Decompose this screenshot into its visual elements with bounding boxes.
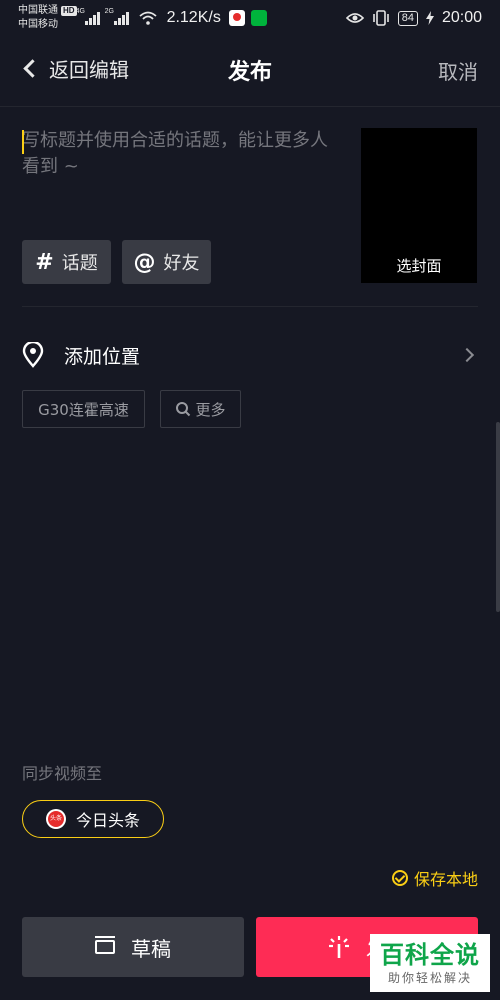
cancel-button[interactable]: 取消 [438,56,478,85]
iqiyi-app-icon [250,10,267,26]
sync-target-label: 今日头条 [75,811,140,830]
eye-icon [345,13,364,23]
add-location-row[interactable]: 添加位置 [22,336,478,374]
status-bar: 中国联通 HD 中国移动 4G 2G 2.12K/s 84 20:00 [0,0,500,36]
watermark: 百科全说 助你轻松解决 [370,934,490,992]
status-right: 84 20:00 [345,9,482,27]
hd-badge: HD [61,6,77,16]
search-icon [176,402,191,417]
signal-indicators: 4G 2G [76,8,157,25]
add-location-label: 添加位置 [64,345,141,368]
signal-2-icon: 2G [105,8,129,25]
watermark-sub: 助你轻松解决 [387,970,472,985]
section-divider [22,306,478,307]
nav-bar: 返回编辑 发布 取消 [0,46,500,94]
carrier-info: 中国联通 HD 中国移动 [18,4,77,32]
battery-indicator: 84 [397,10,418,26]
sync-title: 同步视频至 [22,764,103,783]
location-suggestion-label: G30连霍高速 [38,400,129,419]
drafts-box-icon [95,936,115,954]
vibrate-icon [372,10,389,26]
signal-1-gen: 4G [75,8,85,15]
signal-1-icon: 4G [76,8,100,25]
at-icon: @ [133,249,156,275]
header-divider [0,106,500,107]
more-locations-button[interactable]: 更多 [160,390,241,428]
friend-label: 好友 [163,253,200,274]
wifi-icon [138,11,157,25]
save-local-label: 保存本地 [413,870,478,889]
chevron-right-icon [459,347,475,363]
sync-toutiao-toggle[interactable]: 头条 今日头条 [22,800,164,838]
cover-picker[interactable]: 选封面 [361,128,477,283]
caption-input[interactable] [22,128,344,188]
net-speed: 2.12K/s [166,9,221,26]
carrier-2: 中国移动 [18,19,58,30]
caption-area [22,128,344,188]
topic-button[interactable]: # 话题 [22,240,111,284]
location-pin-icon [22,342,44,368]
carrier-1: 中国联通 [18,5,58,16]
topic-label: 话题 [61,253,98,274]
draft-label: 草稿 [131,936,171,961]
hashtag-icon: # [35,249,54,275]
toutiao-icon-text: 头条 [47,811,64,827]
page-title: 发布 [227,60,272,85]
location-suggestion[interactable]: G30连霍高速 [22,390,145,428]
map-app-icon [228,10,245,26]
scrollbar[interactable] [496,422,500,612]
toutiao-icon: 头条 [45,809,66,829]
cover-label: 选封面 [396,257,442,275]
more-label: 更多 [195,400,226,419]
check-circle-icon [391,870,408,886]
watermark-main: 百科全说 [380,940,480,969]
draft-button[interactable]: 草稿 [22,917,244,977]
save-local-toggle[interactable]: 保存本地 [391,866,478,890]
charging-icon [425,11,434,25]
publish-sparkle-icon [329,936,349,958]
clock: 20:00 [441,9,482,26]
signal-2-gen: 2G [104,8,114,15]
text-cursor [22,130,24,154]
mention-friend-button[interactable]: @ 好友 [122,240,211,284]
